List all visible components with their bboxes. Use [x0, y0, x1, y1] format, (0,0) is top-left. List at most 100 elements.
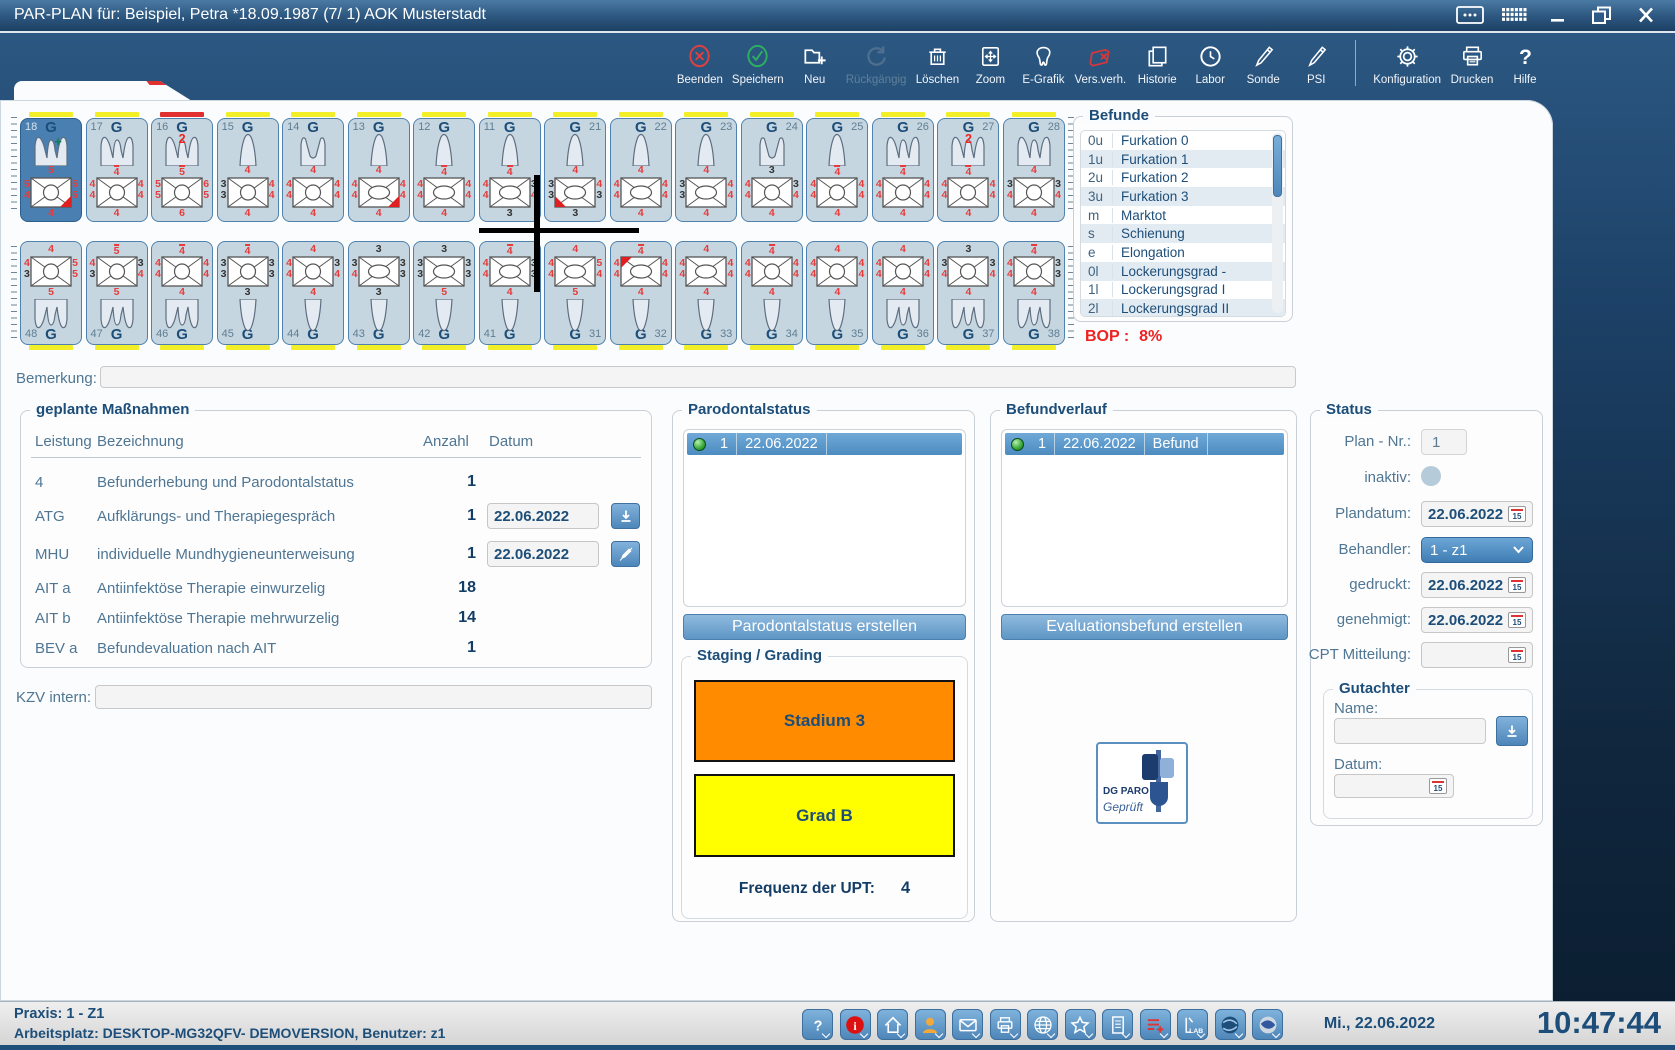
tooth-41[interactable]: 41G444433	[479, 240, 541, 350]
tooth-26[interactable]: 26G444444	[872, 112, 934, 222]
massnahme-row-atg[interactable]: ATGAufklärungs- und Therapiegespräch122.…	[21, 505, 651, 531]
massnahme-row-bev-a[interactable]: BEV aBefundevaluation nach AIT1	[21, 637, 651, 663]
toolbar-e-grafik[interactable]: E-Grafik	[1021, 43, 1065, 86]
befund-item-1u[interactable]: 1uFurkation 1	[1081, 150, 1285, 169]
toolbar-sonde[interactable]: Sonde	[1241, 43, 1285, 86]
minimize-icon[interactable]	[1543, 4, 1573, 26]
massnahme-row-mhu[interactable]: MHUindividuelle Mundhygieneunterweisung1…	[21, 543, 651, 569]
toolbar-speichern[interactable]: Speichern	[732, 43, 784, 86]
tooth-14[interactable]: 14G444444	[282, 112, 344, 222]
toolbar-psi[interactable]: PSI	[1294, 43, 1338, 86]
tooth-33[interactable]: 33G444444	[675, 240, 737, 350]
plan-nr-field[interactable]: 1	[1421, 429, 1467, 455]
tooth-12[interactable]: 12G444444	[413, 112, 475, 222]
tooth-15[interactable]: 15G443344	[217, 112, 279, 222]
plandatum-field[interactable]: 22.06.2022	[1421, 501, 1533, 527]
tooth-37[interactable]: 37G343434	[937, 240, 999, 350]
grad-box[interactable]: Grad B	[694, 774, 955, 857]
close-icon[interactable]	[1631, 4, 1661, 26]
tooth-38[interactable]: 38G444433	[1003, 240, 1065, 350]
quicklaunch-web-button[interactable]	[1027, 1009, 1058, 1040]
gedruckt-field[interactable]: 22.06.2022	[1421, 572, 1533, 598]
tooth-47[interactable]: 47G554334	[86, 240, 148, 350]
toolbar-vers-verh-[interactable]: Vers.verh.	[1074, 43, 1126, 86]
inaktiv-toggle[interactable]	[1421, 466, 1441, 486]
tooth-31[interactable]: 31G454454	[544, 240, 606, 350]
download-button[interactable]	[611, 503, 640, 529]
scrollbar-thumb[interactable]	[1273, 135, 1282, 197]
tooth-28[interactable]: 28G443434	[1003, 112, 1065, 222]
toolbar-beenden[interactable]: Beenden	[677, 43, 723, 86]
quicklaunch-print-button[interactable]	[990, 1009, 1021, 1040]
tooth-11[interactable]: 11G434434	[479, 112, 541, 222]
befund-item-3u[interactable]: 3uFurkation 3	[1081, 187, 1285, 206]
toolbar-drucken[interactable]: Drucken	[1450, 43, 1494, 86]
calendar-icon[interactable]	[1508, 506, 1526, 522]
kzv-input[interactable]	[95, 685, 652, 709]
tooth-46[interactable]: 46G444444	[151, 240, 213, 350]
calendar-icon[interactable]	[1508, 577, 1526, 593]
befund-item-2l[interactable]: 2lLockerungsgrad II	[1081, 299, 1285, 317]
befund-item-0l[interactable]: 0lLockerungsgrad -	[1081, 262, 1285, 281]
restore-icon[interactable]	[1587, 4, 1617, 26]
tooth-17[interactable]: 17G444444	[86, 112, 148, 222]
befund-item-1l[interactable]: 1lLockerungsgrad I	[1081, 281, 1285, 300]
toolbar-labor[interactable]: Labor	[1188, 43, 1232, 86]
befund-item-m[interactable]: mMarktot	[1081, 206, 1285, 225]
massnahme-row-4[interactable]: 4Befunderhebung und Parodontalstatus1	[21, 471, 651, 497]
tooth-21[interactable]: 21G433343	[544, 112, 606, 222]
evaluationsbefund-erstellen-button[interactable]: Evaluationsbefund erstellen	[1001, 614, 1288, 640]
tooth-25[interactable]: 25G444444	[806, 112, 868, 222]
tooth-16[interactable]: 16G2565565	[151, 112, 213, 222]
datum-field[interactable]: 22.06.2022	[487, 541, 599, 567]
cpt-mitteilung-field[interactable]	[1421, 642, 1533, 668]
grid-icon[interactable]	[1499, 4, 1529, 26]
gutachter-name-input[interactable]	[1334, 718, 1486, 744]
quicklaunch-lab-button[interactable]: LAB	[1177, 1009, 1208, 1040]
patient-tab[interactable]	[14, 81, 192, 101]
tooth-18[interactable]: 18G+545455	[20, 112, 82, 222]
toolbar-historie[interactable]: Historie	[1135, 43, 1179, 86]
tooth-34[interactable]: 34G444444	[741, 240, 803, 350]
quicklaunch-info-button[interactable]: i	[840, 1009, 871, 1040]
edit-button[interactable]	[611, 541, 640, 567]
quicklaunch-document-button[interactable]	[1102, 1009, 1133, 1040]
tooth-32[interactable]: 32G444444	[610, 240, 672, 350]
quicklaunch-patient-button[interactable]	[915, 1009, 946, 1040]
quicklaunch-mail-button[interactable]	[952, 1009, 983, 1040]
datum-field[interactable]: 22.06.2022	[487, 503, 599, 529]
befund-item-2u[interactable]: 2uFurkation 2	[1081, 168, 1285, 187]
tooth-44[interactable]: 44G444434	[282, 240, 344, 350]
quicklaunch-tasks-button[interactable]	[1140, 1009, 1171, 1040]
massnahme-row-ait-a[interactable]: AIT aAntiinfektöse Therapie einwurzelig1…	[21, 577, 651, 603]
tooth-27[interactable]: 27G2444444	[937, 112, 999, 222]
tooth-23[interactable]: 23G443344	[675, 112, 737, 222]
panel-icon[interactable]	[1455, 4, 1485, 26]
gutachter-download-button[interactable]	[1496, 716, 1528, 746]
calendar-icon[interactable]	[1429, 778, 1447, 794]
gutachter-datum-field[interactable]	[1334, 774, 1454, 798]
toolbar-löschen[interactable]: Löschen	[915, 43, 959, 86]
befund-item-0u[interactable]: 0uFurkation 0	[1081, 131, 1285, 150]
tooth-45[interactable]: 45G433333	[217, 240, 279, 350]
stadium-box[interactable]: Stadium 3	[694, 680, 955, 762]
calendar-icon[interactable]	[1508, 612, 1526, 628]
bemerkung-input[interactable]	[100, 366, 1296, 388]
quicklaunch-home-button[interactable]	[877, 1009, 908, 1040]
tooth-43[interactable]: 43G333433	[348, 240, 410, 350]
toolbar-konfiguration[interactable]: Konfiguration	[1373, 43, 1441, 86]
behandler-dropdown[interactable]: 1 - z1	[1421, 537, 1533, 563]
befund-item-e[interactable]: eElongation	[1081, 243, 1285, 262]
befund-item-s[interactable]: sSchienung	[1081, 224, 1285, 243]
tooth-42[interactable]: 42G353333	[413, 240, 475, 350]
toolbar-hilfe[interactable]: ?Hilfe	[1503, 43, 1547, 86]
quicklaunch-favorite-button[interactable]	[1065, 1009, 1096, 1040]
massnahme-row-ait-b[interactable]: AIT bAntiinfektöse Therapie mehrwurzelig…	[21, 607, 651, 633]
quicklaunch-internet-button[interactable]	[1215, 1009, 1246, 1040]
tooth-36[interactable]: 36G444444	[872, 240, 934, 350]
toolbar-neu[interactable]: Neu	[793, 43, 837, 86]
parodontalstatus-erstellen-button[interactable]: Parodontalstatus erstellen	[683, 614, 966, 640]
befunde-scrollbar[interactable]	[1272, 133, 1283, 313]
quicklaunch-help-button[interactable]: ?	[802, 1009, 833, 1040]
toolbar-zoom[interactable]: Zoom	[968, 43, 1012, 86]
